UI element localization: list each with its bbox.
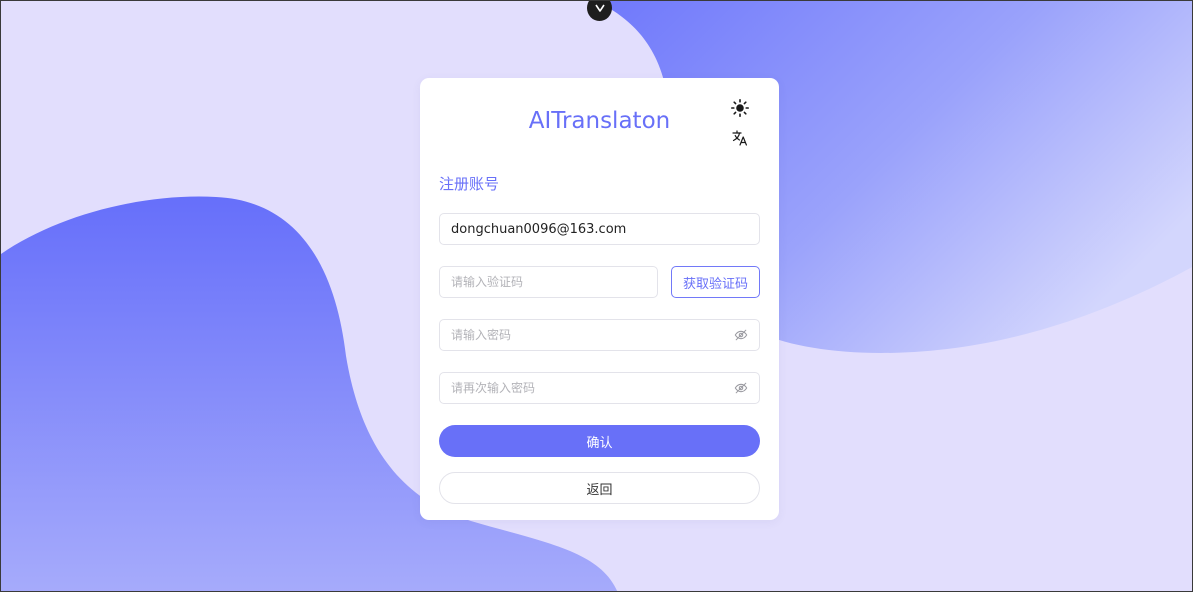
register-card: AITranslaton 注册账号 dongchuan0096@163.com … <box>420 78 779 520</box>
confirm-password-field[interactable] <box>439 372 760 404</box>
verification-code-input[interactable] <box>451 274 646 290</box>
confirm-button[interactable]: 确认 <box>439 425 760 457</box>
verification-code-field[interactable] <box>439 266 658 298</box>
chevron-down-icon <box>594 4 605 12</box>
page-background: AITranslaton 注册账号 dongchuan0096@163.com … <box>0 0 1193 592</box>
app-title: AITranslaton <box>528 108 671 134</box>
eye-off-icon[interactable] <box>734 381 748 395</box>
get-code-button[interactable]: 获取验证码 <box>671 266 760 298</box>
password-input[interactable] <box>451 327 728 343</box>
email-field[interactable] <box>439 213 760 245</box>
back-button[interactable]: 返回 <box>439 472 760 504</box>
email-input[interactable] <box>451 221 748 237</box>
password-field[interactable] <box>439 319 760 351</box>
eye-off-icon[interactable] <box>734 328 748 342</box>
sun-icon[interactable] <box>731 99 749 117</box>
section-title: 注册账号 <box>439 175 500 193</box>
confirm-password-input[interactable] <box>451 380 728 396</box>
translate-icon[interactable] <box>731 129 749 147</box>
